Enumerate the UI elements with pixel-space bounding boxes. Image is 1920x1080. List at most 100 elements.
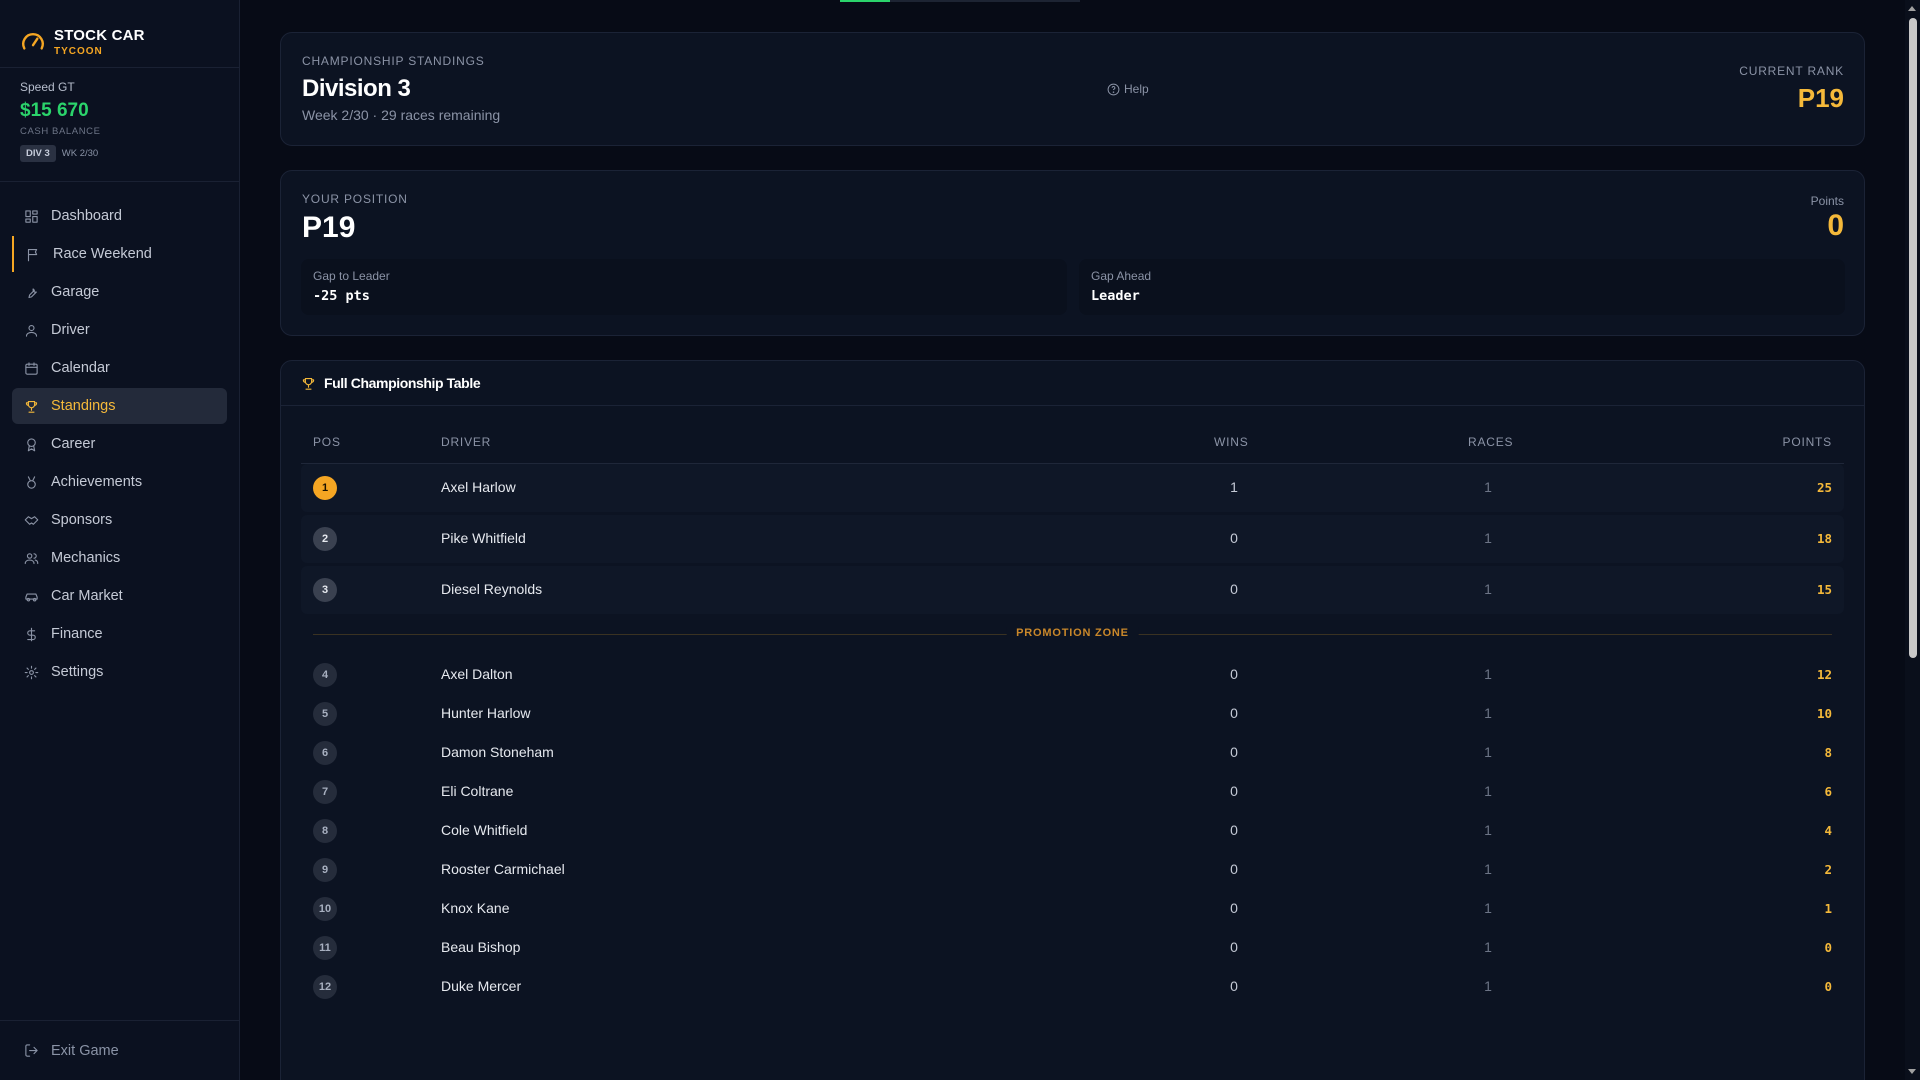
exit-game-label: Exit Game <box>51 1042 119 1059</box>
sidebar-item-label: Sponsors <box>51 512 113 528</box>
points-cell: 6 <box>1824 784 1832 799</box>
driver-name: Damon Stoneham <box>441 744 554 760</box>
wins-cell: 0 <box>1230 783 1238 799</box>
sidebar-item-label: Standings <box>51 398 116 414</box>
logout-icon <box>25 1044 38 1057</box>
races-cell: 1 <box>1484 581 1492 597</box>
sidebar-item-standings[interactable]: Standings <box>12 388 227 424</box>
sidebar-item-label: Driver <box>51 322 90 338</box>
championship-table-card: Full Championship Table POS DRIVER WINS … <box>280 360 1865 1080</box>
column-driver[interactable]: DRIVER <box>441 435 491 449</box>
driver-name: Duke Mercer <box>441 978 522 994</box>
column-races[interactable]: RACES <box>1468 435 1513 449</box>
sidebar-item-label: Calendar <box>51 360 110 376</box>
points-cell: 25 <box>1816 480 1832 495</box>
races-cell: 1 <box>1484 900 1492 916</box>
help-circle-icon <box>1107 83 1120 95</box>
position-badge: 4 <box>313 663 337 687</box>
calendar-icon <box>25 361 38 375</box>
sidebar-item-mechanics[interactable]: Mechanics <box>12 540 227 576</box>
standard-rows: 4 Axel Dalton 0 1 12 5 Hunter Harlow 0 1 10 6 Damon… <box>281 651 1864 1011</box>
current-rank-label: CURRENT RANK <box>1739 64 1844 78</box>
gap-to-leader-box: Gap to Leader -25 pts <box>301 259 1067 315</box>
column-points[interactable]: POINTS <box>1783 435 1832 449</box>
races-cell: 1 <box>1484 978 1492 994</box>
sidebar-item-car-market[interactable]: Car Market <box>12 578 227 614</box>
table-title: Full Championship Table <box>324 375 481 391</box>
week-subtitle: Week 2/30 · 29 races remaining <box>302 107 501 123</box>
points-cell: 0 <box>1824 979 1832 994</box>
users-icon <box>24 552 39 564</box>
championship-header-card: CHAMPIONSHIP STANDINGS Division 3 Week 2… <box>280 32 1865 146</box>
sidebar-item-label: Race Weekend <box>53 246 152 262</box>
position-badge: 10 <box>313 897 337 921</box>
races-cell: 1 <box>1484 783 1492 799</box>
races-cell: 1 <box>1484 861 1492 877</box>
dollar-icon <box>27 627 36 641</box>
brand-name: STOCK CAR <box>54 27 145 44</box>
sidebar-item-driver[interactable]: Driver <box>12 312 227 348</box>
points-cell: 4 <box>1824 823 1832 838</box>
wins-cell: 0 <box>1230 530 1238 546</box>
races-cell: 1 <box>1484 744 1492 760</box>
brand[interactable]: STOCK CAR TYCOON <box>0 0 239 68</box>
wrench-icon <box>28 287 37 298</box>
sidebar-item-label: Mechanics <box>51 550 121 566</box>
division-badge: DIV 3 <box>20 145 56 162</box>
position-eyebrow: YOUR POSITION <box>302 192 408 206</box>
speedometer-icon <box>22 32 44 50</box>
sidebar-item-label: Achievements <box>51 474 143 490</box>
trophy-icon <box>302 377 315 390</box>
sidebar: STOCK CAR TYCOON Speed GT $15 670 CASH B… <box>0 0 240 1080</box>
table-row[interactable]: 12 Duke Mercer 0 1 0 <box>301 963 1844 1011</box>
driver-name: Beau Bishop <box>441 939 521 955</box>
driver-name: Hunter Harlow <box>441 705 531 721</box>
gap-ahead-value: Leader <box>1091 288 1140 304</box>
sidebar-item-sponsors[interactable]: Sponsors <box>12 502 227 538</box>
sidebar-item-finance[interactable]: Finance <box>12 616 227 652</box>
column-wins[interactable]: WINS <box>1214 435 1249 449</box>
wins-cell: 0 <box>1230 581 1238 597</box>
sidebar-item-dashboard[interactable]: Dashboard <box>12 198 227 234</box>
column-pos[interactable]: POS <box>313 435 341 449</box>
gear-icon <box>24 665 39 679</box>
gap-to-leader-label: Gap to Leader <box>313 269 390 283</box>
scroll-thumb[interactable] <box>1909 18 1917 658</box>
sidebar-item-career[interactable]: Career <box>12 426 227 462</box>
sidebar-item-race-weekend[interactable]: Race Weekend <box>12 236 227 272</box>
your-position-card: YOUR POSITION P19 Points 0 Gap to Leader… <box>280 170 1865 336</box>
promotion-rows: 1 Axel Harlow 1 1 25 2 Pike Whitfield 0 1 18 3 Dies… <box>281 464 1864 614</box>
team-name: Speed GT <box>20 80 75 94</box>
page-scrollbar[interactable] <box>1905 0 1920 1080</box>
trophy-icon <box>25 400 38 413</box>
points-value: 0 <box>1827 209 1844 242</box>
account-summary: Speed GT $15 670 CASH BALANCE DIV 3 WK 2… <box>0 68 239 182</box>
table-row[interactable]: 2 Pike Whitfield 0 1 18 <box>301 515 1844 563</box>
points-cell: 18 <box>1816 531 1832 546</box>
award-icon <box>27 437 36 451</box>
points-cell: 2 <box>1824 862 1832 877</box>
position-value: P19 <box>302 211 356 244</box>
promotion-zone-divider: PROMOTION ZONE <box>313 617 1832 651</box>
table-row[interactable]: 1 Axel Harlow 1 1 25 <box>301 464 1844 512</box>
wins-cell: 1 <box>1230 479 1238 495</box>
position-badge: 2 <box>313 527 337 551</box>
races-cell: 1 <box>1484 666 1492 682</box>
help-button[interactable]: Help <box>1107 82 1149 96</box>
sidebar-item-achievements[interactable]: Achievements <box>12 464 227 500</box>
sidebar-item-calendar[interactable]: Calendar <box>12 350 227 386</box>
page-title: Division 3 <box>302 75 411 102</box>
position-badge: 3 <box>313 578 337 602</box>
points-cell: 12 <box>1816 667 1832 682</box>
cash-balance: $15 670 <box>20 100 89 121</box>
scroll-up-arrow[interactable] <box>1908 6 1916 11</box>
sidebar-item-settings[interactable]: Settings <box>12 654 227 690</box>
points-cell: 1 <box>1824 901 1832 916</box>
championship-eyebrow: CHAMPIONSHIP STANDINGS <box>302 54 485 68</box>
grid-icon <box>25 209 38 223</box>
exit-game-button[interactable]: Exit Game <box>0 1020 240 1080</box>
table-row[interactable]: 3 Diesel Reynolds 0 1 15 <box>301 566 1844 614</box>
wins-cell: 0 <box>1230 978 1238 994</box>
sidebar-item-garage[interactable]: Garage <box>12 274 227 310</box>
scroll-down-arrow[interactable] <box>1908 1069 1916 1074</box>
